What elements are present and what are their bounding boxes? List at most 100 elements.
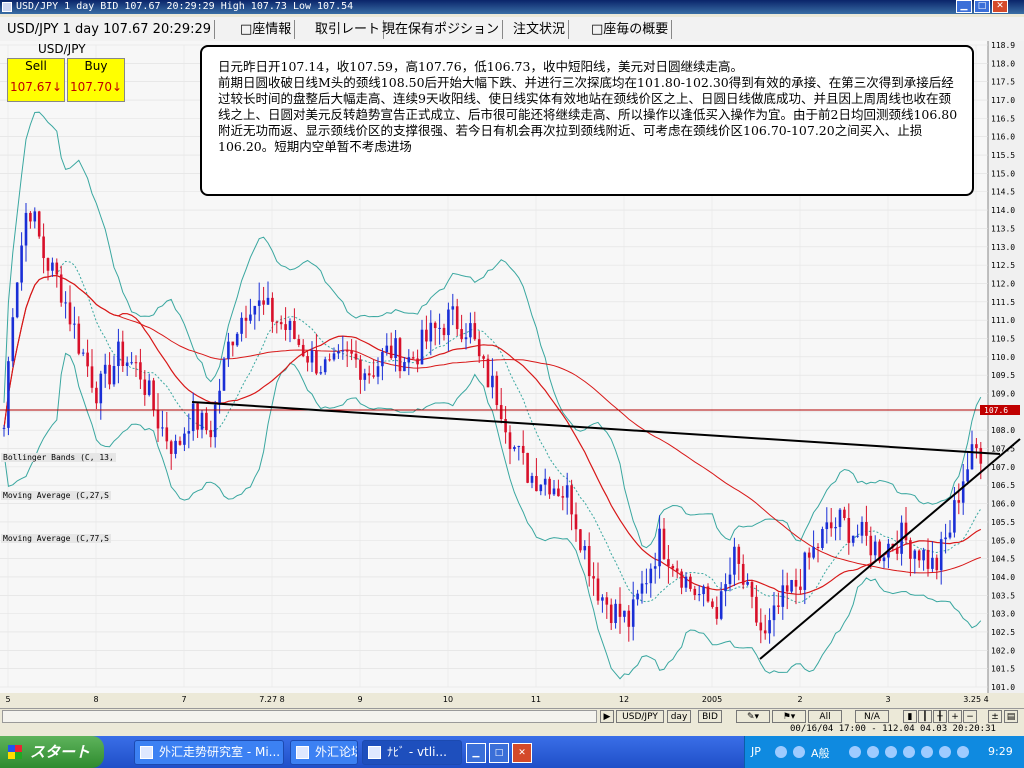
candle-body	[235, 333, 239, 346]
candle-body	[33, 211, 37, 222]
candle-body	[543, 478, 547, 485]
candle-body	[363, 373, 367, 380]
candle-body	[249, 314, 252, 321]
x-tick-label: 3	[885, 695, 890, 704]
candle-body	[750, 581, 754, 597]
tray-icon[interactable]	[849, 746, 861, 758]
candle-body	[7, 361, 10, 428]
candle-body	[570, 485, 573, 515]
candle-body	[20, 245, 23, 283]
candle-body	[288, 321, 292, 330]
scale-icon[interactable]: ±	[988, 710, 1002, 723]
draw-tool-icon[interactable]: ✎▾	[736, 710, 770, 723]
tab-positions[interactable]: 現在保有ポジション	[379, 20, 504, 39]
tray-icon[interactable]	[939, 746, 951, 758]
na-button[interactable]: N/A	[855, 710, 889, 723]
candle-body	[407, 357, 411, 363]
taskbar-item-trading-app[interactable]: ﾅﾋﾞ - vtli...	[362, 740, 462, 765]
candle-body	[244, 317, 248, 321]
candle-body	[381, 352, 384, 367]
candle-body	[86, 352, 89, 367]
candle-body	[975, 444, 978, 449]
candle-body	[653, 566, 657, 569]
candle-body	[394, 338, 397, 359]
side-selector[interactable]: BID	[698, 710, 722, 723]
tab-orders[interactable]: 注文状況	[510, 20, 570, 39]
taskbar-maximize-button[interactable]: □	[489, 743, 509, 763]
horizontal-scrollbar[interactable]	[2, 710, 597, 723]
language-indicator[interactable]: JP	[751, 745, 761, 758]
candle-body	[539, 484, 543, 492]
tray-icon[interactable]	[775, 746, 787, 758]
candle-body	[565, 485, 569, 498]
candle-body	[227, 341, 230, 359]
indicator-ma77-label[interactable]: Moving Average (C,77,S	[1, 534, 111, 543]
y-tick-label: 117.0	[991, 96, 1015, 105]
x-tick-label: 2005	[702, 695, 722, 704]
candle-body	[579, 529, 582, 551]
scroll-right-icon[interactable]: ▶	[600, 710, 614, 723]
candle-body	[152, 380, 155, 410]
tray-icon[interactable]	[921, 746, 933, 758]
candle-body	[715, 606, 719, 619]
candle-body	[345, 350, 349, 352]
y-tick-label: 105.5	[991, 518, 1015, 527]
buy-quote-box[interactable]: Buy 107.70↓	[67, 58, 125, 102]
candle-body	[231, 341, 235, 346]
candle-body	[737, 546, 741, 564]
chart-type-icon[interactable]: ▮	[903, 710, 917, 723]
indicator-ma27-label[interactable]: Moving Average (C,27,S	[1, 491, 111, 500]
candle-body	[438, 327, 441, 329]
bar-type-icon[interactable]: ┃	[918, 710, 932, 723]
settings-icon[interactable]: ▤	[1004, 710, 1018, 723]
zoom-out-icon[interactable]: −	[963, 710, 977, 723]
candle-body	[530, 475, 534, 483]
tools-icon[interactable]: ⚑▾	[772, 710, 806, 723]
candle-body	[284, 324, 287, 330]
close-button[interactable]: ✕	[992, 0, 1008, 13]
tray-icon[interactable]	[867, 746, 879, 758]
sell-quote-box[interactable]: Sell 107.67↓	[7, 58, 65, 102]
taskbar-close-button[interactable]: ✕	[512, 743, 532, 763]
candle-body	[680, 571, 683, 588]
tab-chart[interactable]: USD/JPY 1 day 107.67 20:29:29	[4, 20, 216, 39]
clock[interactable]: 9:29	[988, 745, 1013, 758]
candle-body	[482, 356, 485, 359]
all-button[interactable]: All	[808, 710, 842, 723]
taskbar-item-browser-1[interactable]: 外汇走势研究室 - Mi...	[134, 740, 284, 765]
candle-body	[636, 593, 639, 600]
candle-body	[513, 447, 516, 450]
candle-body	[596, 578, 600, 601]
window-title-bar[interactable]: USD/JPY 1 day BID 107.67 20:29:29 High 1…	[0, 0, 1024, 14]
minimize-button[interactable]: ▁	[956, 0, 972, 13]
tray-icon[interactable]	[885, 746, 897, 758]
candle-body	[719, 591, 723, 619]
candle-body	[200, 412, 204, 430]
start-button[interactable]: スタート	[0, 736, 104, 768]
tray-icon[interactable]	[957, 746, 969, 758]
symbol-selector[interactable]: USD/JPY	[616, 710, 664, 723]
tab-rates[interactable]: 取引レート	[312, 20, 385, 39]
tray-icon[interactable]	[903, 746, 915, 758]
candle-body	[618, 603, 622, 617]
interval-selector[interactable]: day	[667, 710, 691, 723]
candle-body	[367, 373, 371, 376]
ime-indicator[interactable]: A般	[811, 745, 830, 761]
candle-body	[174, 440, 177, 454]
tab-account-info[interactable]: □座情報	[237, 20, 296, 39]
tray-icon[interactable]	[793, 746, 805, 758]
maximize-button[interactable]: □	[974, 0, 990, 13]
taskbar-minimize-button[interactable]: ▁	[466, 743, 486, 763]
zoom-in-icon[interactable]: +	[948, 710, 962, 723]
candle-body	[55, 262, 59, 275]
candle-body	[95, 387, 98, 404]
tab-account-summary[interactable]: □座毎の概要	[588, 20, 673, 39]
candle-type-icon[interactable]: ╂	[933, 710, 947, 723]
y-tick-label: 116.5	[991, 114, 1015, 123]
candle-body	[689, 576, 692, 589]
candle-body	[442, 327, 446, 336]
taskbar-item-browser-2[interactable]: 外汇论坛	[290, 740, 358, 765]
candle-body	[948, 532, 952, 538]
candle-body	[517, 445, 521, 448]
indicator-bollinger-label[interactable]: Bollinger Bands (C, 13,	[1, 453, 116, 462]
